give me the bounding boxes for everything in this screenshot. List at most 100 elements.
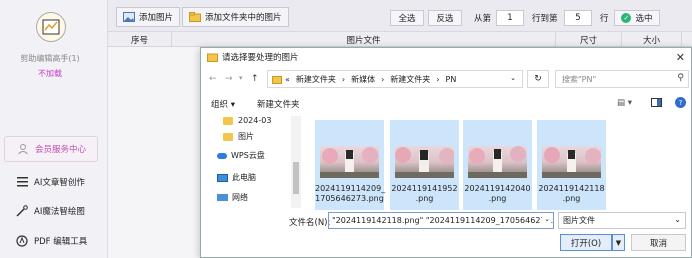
up-arrow-icon[interactable]: ↑ (251, 74, 259, 84)
organize-menu[interactable]: 组织 ▾ (211, 98, 235, 110)
toolbar: 添加图片 添加文件夹中的图片 全选 反选 从第 1 行到第 5 行 ✓ 选中 (108, 0, 692, 32)
col-dimensions[interactable]: 尺寸 (556, 32, 622, 47)
folder-icon (223, 116, 233, 125)
command-bar: 组织 ▾ 新建文件夹 ▤ ▾ ? (201, 95, 691, 113)
file-item[interactable]: 2024119142118 .png (537, 120, 606, 210)
breadcrumb-item[interactable]: 新媒体 (351, 74, 375, 85)
col-file[interactable]: 图片文件 (172, 32, 556, 47)
breadcrumb-sep: › (436, 74, 440, 84)
tree-item[interactable]: 此电脑 (217, 172, 256, 183)
app-logo (36, 12, 66, 42)
view-options-icon[interactable]: ▤ ▾ (617, 98, 632, 108)
select-all-button[interactable]: 全选 (390, 10, 424, 26)
from-row-input[interactable]: 1 (496, 10, 524, 26)
tree-item-label: 此电脑 (232, 173, 256, 182)
nav-label: AI魔法智绘图 (34, 207, 85, 217)
search-input[interactable]: 搜索"PN" ⚲ (555, 70, 689, 88)
from-row-label: 从第 (474, 14, 492, 24)
breadcrumb-item[interactable]: PN (446, 75, 457, 84)
table-header: 序号 图片文件 尺寸 大小 (108, 32, 692, 47)
invert-selection-button[interactable]: 反选 (428, 10, 462, 26)
image-icon (123, 12, 135, 22)
help-icon[interactable]: ? (675, 97, 686, 108)
app-name: 剪助编辑高手(1) (20, 54, 80, 63)
scrollbar-thumb[interactable] (293, 162, 299, 194)
new-folder-button[interactable]: 新建文件夹 (257, 98, 300, 110)
tree-item[interactable]: 网络 (217, 192, 248, 203)
open-split-dropdown[interactable]: ▼ (612, 234, 625, 251)
magic-wand-icon (16, 205, 28, 217)
forward-arrow-icon[interactable]: → (225, 74, 233, 84)
chevron-down-icon[interactable]: ⌄ (510, 74, 516, 82)
file-list: 2024119114209_ 1705646273.png 20241191419… (315, 120, 615, 210)
nav-label: PDF 编辑工具 (34, 237, 88, 247)
select-rows-label: 选中 (635, 14, 653, 24)
dialog-titlebar: 请选择要处理的图片 (201, 48, 691, 66)
cancel-button[interactable]: 取消 (631, 234, 686, 251)
file-item[interactable]: 2024119142040 .png (463, 120, 532, 210)
folder-icon (272, 75, 282, 84)
tree-item-label: 2024-03 (238, 116, 272, 125)
tree-item-label: WPS云盘 (231, 151, 265, 160)
folder-icon (223, 132, 233, 141)
tree-item[interactable]: 图片 (223, 131, 254, 142)
file-name: 2024119142040 .png (464, 184, 531, 203)
file-name: 2024119142118 .png (538, 184, 605, 203)
check-circle-icon: ✓ (621, 13, 632, 23)
refresh-icon[interactable]: ↻ (527, 70, 549, 88)
filetype-select[interactable]: 图片文件 ⌄ (558, 212, 686, 229)
open-button[interactable]: 打开(O) (560, 234, 612, 251)
add-folder-images-button[interactable]: 添加文件夹中的图片 (182, 7, 289, 27)
search-placeholder: 搜索"PN" (562, 74, 597, 84)
breadcrumb-sep: « (285, 74, 290, 84)
computer-icon (217, 173, 228, 182)
preview-pane-icon[interactable] (651, 98, 662, 110)
user-icon (18, 144, 28, 155)
breadcrumb-sep: › (341, 74, 346, 84)
select-rows-button[interactable]: ✓ 选中 (614, 10, 660, 26)
col-size[interactable]: 大小 (622, 32, 682, 47)
chevron-down-icon[interactable]: ▾ (239, 74, 243, 82)
search-icon: ⚲ (677, 73, 684, 83)
nav-pdf-editor[interactable]: PDF 编辑工具 (16, 235, 87, 247)
breadcrumb-sep: › (381, 74, 385, 84)
add-folder-images-label: 添加文件夹中的图片 (205, 13, 282, 23)
app-status[interactable]: 不加载 (0, 68, 100, 79)
filename-row: 文件名(N): "2024119142118.png" "20241191142… (201, 210, 691, 232)
col-index[interactable]: 序号 (108, 32, 172, 47)
add-image-button[interactable]: 添加图片 (116, 7, 181, 27)
dialog-title: 请选择要处理的图片 (222, 53, 299, 63)
breadcrumb-item[interactable]: 新建文件夹 (390, 74, 430, 85)
member-center-button[interactable]: 会员服务中心 (4, 136, 98, 162)
tree-item-label: 图片 (238, 132, 254, 141)
chart-logo-icon (42, 19, 60, 35)
file-name: 2024119141952 .png (391, 184, 458, 203)
close-icon[interactable]: ✕ (676, 51, 685, 64)
nav-ai-article[interactable]: AI文章智创作 (16, 176, 85, 188)
filetype-value: 图片文件 (563, 216, 595, 225)
image-thumbnail (542, 146, 601, 178)
network-icon (217, 194, 228, 201)
tree-item[interactable]: 2024-03 (223, 116, 271, 125)
breadcrumb-item[interactable]: 新建文件夹 (296, 74, 336, 85)
add-image-label: 添加图片 (139, 13, 174, 23)
tree-item[interactable]: WPS云盘 (217, 150, 265, 161)
filename-label: 文件名(N): (289, 218, 331, 228)
nav-ai-draw[interactable]: AI魔法智绘图 (16, 205, 85, 217)
nav-label: AI文章智创作 (34, 178, 85, 188)
list-icon (16, 176, 28, 188)
address-bar[interactable]: « 新建文件夹 › 新媒体 › 新建文件夹 › PN ⌄ (267, 70, 523, 88)
tree-scrollbar[interactable] (291, 116, 301, 208)
filename-input[interactable]: "2024119142118.png" "2024119114209_17056… (328, 212, 554, 229)
to-row-input[interactable]: 5 (564, 10, 592, 26)
cloud-icon (217, 152, 227, 159)
file-item[interactable]: 2024119141952 .png (390, 120, 459, 210)
chevron-down-icon[interactable]: ⌄ (542, 215, 550, 223)
tree-item-label: 网络 (232, 193, 248, 202)
file-item[interactable]: 2024119114209_ 1705646273.png (315, 120, 385, 210)
member-center-label: 会员服务中心 (35, 145, 87, 155)
file-open-dialog: 请选择要处理的图片 ✕ ← → ▾ ↑ « 新建文件夹 › 新媒体 › 新建文件… (200, 47, 692, 258)
pdf-icon (16, 235, 28, 247)
back-arrow-icon[interactable]: ← (209, 74, 217, 84)
image-thumbnail (468, 146, 527, 178)
